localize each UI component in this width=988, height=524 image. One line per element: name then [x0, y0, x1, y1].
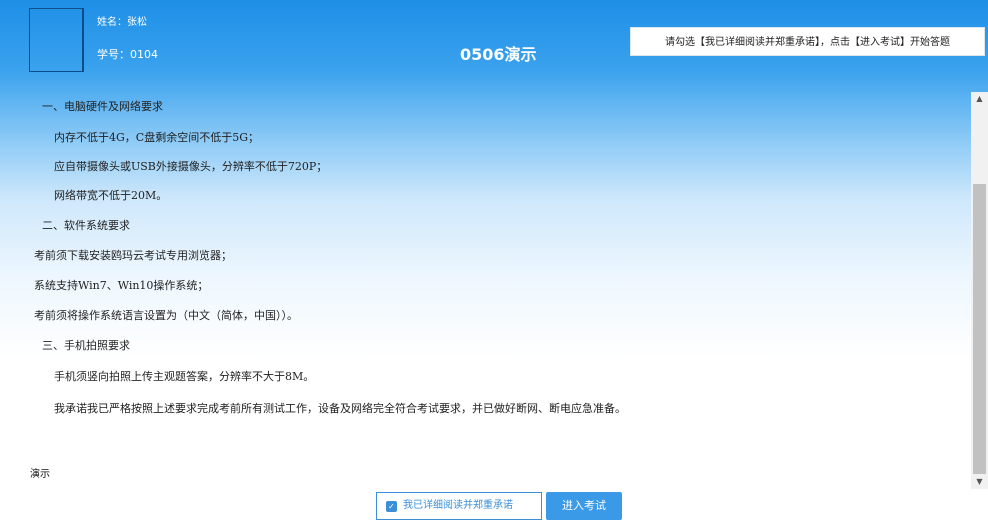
requirement-line: 应自带摄像头或USB外接摄像头，分辨率不低于720P；	[54, 160, 328, 173]
candidate-id: 学号：0104	[97, 48, 158, 61]
agree-checkbox[interactable]: ✓ 我已详细阅读并郑重承诺	[376, 492, 542, 520]
enter-exam-button[interactable]: 进入考试	[546, 492, 622, 520]
commitment-statement: 我承诺我已严格按照上述要求完成考前所有测试工作，设备及网络完全符合考试要求，并已…	[54, 402, 626, 415]
content-scrollbar[interactable]: ▲ ▼	[971, 92, 988, 489]
candidate-photo	[29, 8, 83, 72]
instruction-notice: 请勾选【我已详细阅读并郑重承诺】，点击【进入考试】开始答题	[630, 27, 985, 56]
requirement-line: 考前须将操作系统语言设置为（中文（简体，中国））。	[34, 309, 298, 322]
requirement-line: 网络带宽不低于20M。	[54, 189, 168, 202]
requirements-content: 一、电脑硬件及网络要求 内存不低于4G，C盘剩余空间不低于5G； 应自带摄像头或…	[0, 92, 970, 487]
checkmark-icon: ✓	[386, 501, 397, 512]
agree-label: 我已详细阅读并郑重承诺	[403, 500, 513, 511]
header: 姓名：张松 学号：0104 0506演示 请勾选【我已详细阅读并郑重承诺】，点击…	[0, 0, 988, 90]
section-heading-phone: 三、手机拍照要求	[42, 339, 130, 352]
scroll-down-icon[interactable]: ▼	[971, 475, 988, 489]
candidate-name: 姓名：张松	[97, 17, 147, 28]
requirement-line: 考前须下载安装鸥玛云考试专用浏览器；	[34, 249, 232, 262]
scroll-up-icon[interactable]: ▲	[971, 92, 988, 106]
exam-title: 0506演示	[460, 45, 537, 64]
section-heading-hardware: 一、电脑硬件及网络要求	[42, 100, 163, 113]
requirement-line: 内存不低于4G，C盘剩余空间不低于5G；	[54, 131, 259, 144]
scrollbar-thumb[interactable]	[973, 184, 986, 474]
header-divider	[83, 8, 84, 72]
footer-label: 演示	[30, 469, 50, 480]
requirement-line: 系统支持Win7、Win10操作系统；	[34, 279, 209, 292]
section-heading-software: 二、软件系统要求	[42, 219, 130, 232]
requirement-line: 手机须竖向拍照上传主观题答案，分辨率不大于8M。	[54, 370, 315, 383]
